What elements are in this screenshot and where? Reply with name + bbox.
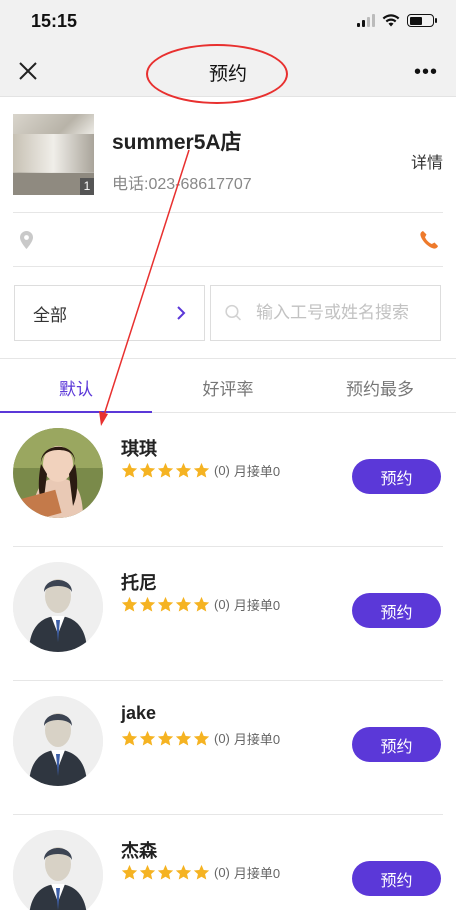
filter-search-row: 全部 — [0, 267, 456, 359]
staff-name: 琪琪 — [121, 439, 157, 459]
wifi-icon — [382, 14, 400, 27]
details-link[interactable]: 详情 — [411, 149, 443, 173]
staff-list: 琪琪 (0) 月接单0 预约 托尼 (0) 月接单0 预约 jake (0) 月接单0 预约 杰森 (0)… — [13, 413, 443, 910]
staff-item[interactable]: 杰森 (0) 月接单0 预约 — [13, 815, 443, 910]
rating-count: (0) — [214, 731, 230, 746]
tab-rating[interactable]: 好评率 — [152, 359, 304, 412]
monthly-orders: 月接单0 — [233, 732, 281, 747]
status-time: 15:15 — [31, 11, 78, 31]
staff-name: 杰森 — [121, 841, 157, 861]
star-rating — [121, 462, 210, 479]
location-pin-icon — [20, 231, 33, 249]
booking-page: 15:15 预约 ••• 1 summer5A店 电话:023-68617707 — [0, 0, 456, 910]
status-bar: 15:15 — [0, 0, 456, 44]
chevron-right-icon — [177, 306, 186, 320]
tab-default[interactable]: 默认 — [0, 359, 152, 413]
search-input[interactable] — [256, 303, 426, 323]
star-rating — [121, 596, 210, 613]
rating-count: (0) — [214, 597, 230, 612]
rating-count: (0) — [214, 865, 230, 880]
staff-name: jake — [121, 703, 157, 723]
staff-name: 托尼 — [121, 573, 157, 593]
avatar — [13, 562, 103, 652]
phone-icon[interactable] — [419, 230, 439, 250]
more-icon[interactable]: ••• — [414, 61, 438, 84]
monthly-orders: 月接单0 — [233, 464, 281, 479]
staff-meta: (0) 月接单0 — [121, 863, 280, 882]
book-button[interactable]: 预约 — [352, 861, 441, 896]
location-row — [13, 213, 443, 267]
staff-meta: (0) 月接单0 — [121, 729, 280, 748]
star-rating — [121, 730, 210, 747]
photo-count-badge: 1 — [80, 178, 94, 195]
monthly-orders: 月接单0 — [233, 598, 281, 613]
search-icon — [225, 304, 242, 321]
avatar — [13, 696, 103, 786]
store-photo[interactable]: 1 — [13, 114, 94, 195]
annotation-circle — [146, 44, 288, 104]
store-phone: 电话:023-68617707 — [112, 176, 252, 193]
book-button[interactable]: 预约 — [352, 727, 441, 762]
filter-label: 全部 — [33, 305, 67, 325]
battery-icon — [407, 14, 437, 27]
monthly-orders: 月接单0 — [233, 866, 281, 881]
sort-tabs: 默认 好评率 预约最多 — [0, 359, 456, 413]
staff-item[interactable]: 托尼 (0) 月接单0 预约 — [13, 547, 443, 681]
avatar — [13, 830, 103, 910]
staff-item[interactable]: jake (0) 月接单0 预约 — [13, 681, 443, 815]
signal-icon — [357, 14, 375, 27]
staff-meta: (0) 月接单0 — [121, 595, 280, 614]
book-button[interactable]: 预约 — [352, 593, 441, 628]
tab-most-booked[interactable]: 预约最多 — [304, 359, 456, 412]
search-box[interactable] — [210, 285, 441, 341]
staff-item[interactable]: 琪琪 (0) 月接单0 预约 — [13, 413, 443, 547]
avatar — [13, 428, 103, 518]
book-button[interactable]: 预约 — [352, 459, 441, 494]
star-rating — [121, 864, 210, 881]
status-icons — [357, 14, 437, 27]
category-filter[interactable]: 全部 — [14, 285, 205, 341]
store-name: summer5A店 — [112, 131, 242, 154]
staff-meta: (0) 月接单0 — [121, 461, 280, 480]
rating-count: (0) — [214, 463, 230, 478]
store-header: 1 summer5A店 电话:023-68617707 详情 — [13, 97, 443, 213]
